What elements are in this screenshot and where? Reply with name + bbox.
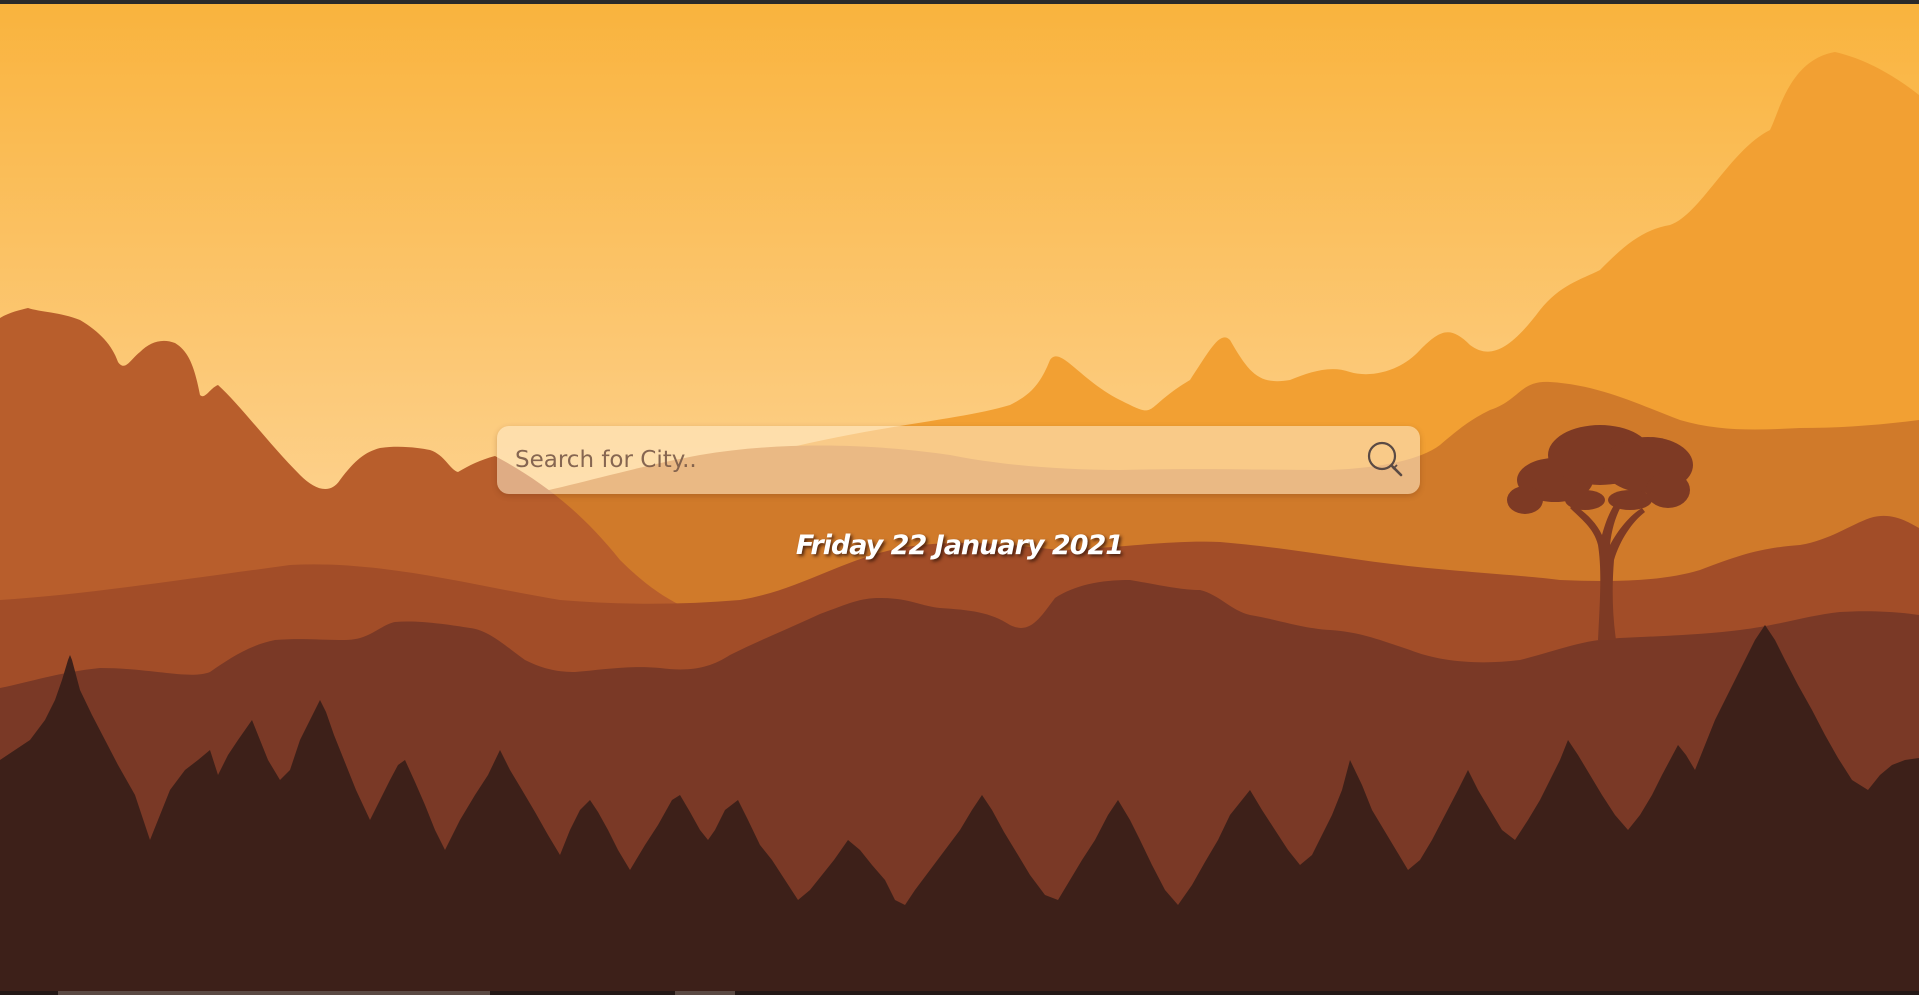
window-top-border [0, 0, 1919, 4]
search-input[interactable] [515, 426, 1335, 494]
current-date: Friday 22 January 2021 [795, 530, 1124, 561]
scrollbar-thumb[interactable] [58, 991, 490, 995]
scrollbar-thumb-secondary [675, 991, 735, 995]
landscape-background [0, 0, 1919, 995]
horizontal-scrollbar[interactable] [0, 991, 1919, 995]
search-button[interactable] [1362, 436, 1410, 484]
weather-app: Friday 22 January 2021 [0, 0, 1919, 995]
search-icon [1367, 441, 1403, 477]
search-bar [497, 426, 1420, 494]
